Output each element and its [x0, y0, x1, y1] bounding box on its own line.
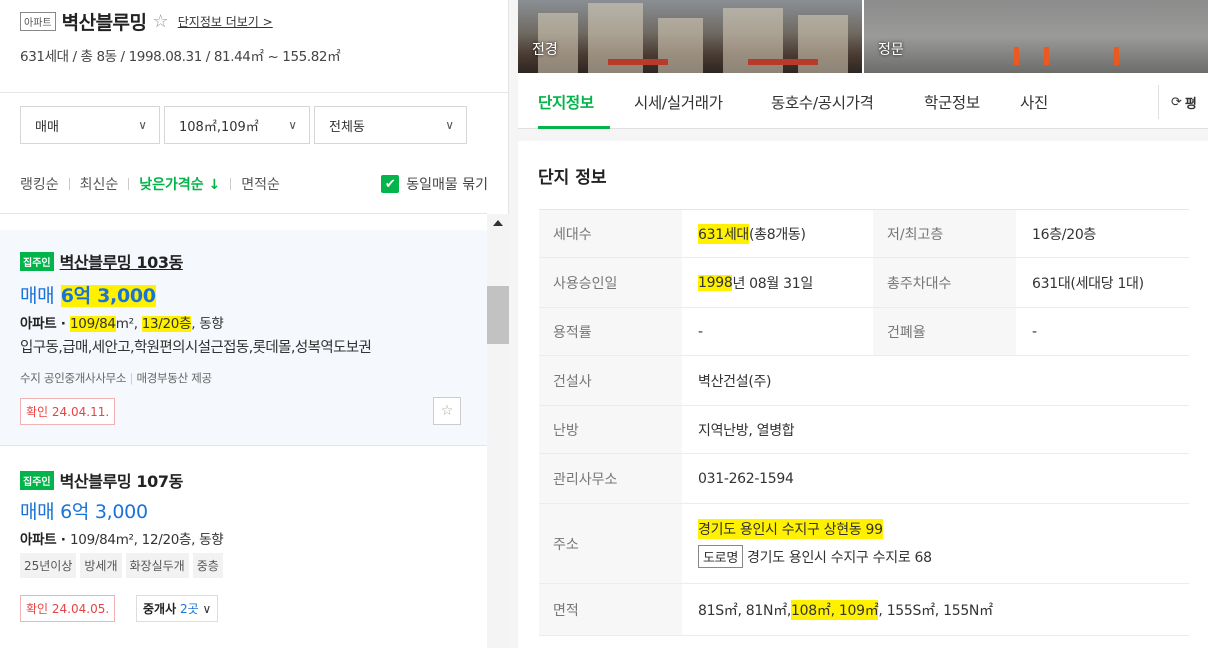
listing-title[interactable]: 벽산블루밍 107동: [60, 468, 184, 492]
complex-info-section: 단지 정보 세대수 631세대 (총8개동) 저/최고층 16층/20층 사용승인…: [518, 141, 1208, 648]
photo-caption: 전경: [532, 42, 558, 58]
photo-strip: 전경 정문: [518, 0, 1208, 73]
property-type-tag: 아파트: [20, 12, 56, 31]
scrollbar[interactable]: [487, 214, 509, 648]
sort-ranking[interactable]: 랭킹순: [20, 174, 59, 194]
complex-header: 아파트 벽산블루밍 ☆ 단지정보 더보기 > 631세대 / 총 8동 / 1998…: [20, 8, 490, 65]
table-row: 난방 지역난방, 열병합: [539, 406, 1189, 454]
complex-detail-panel: 전경 정문 단지정보 시세/실거래가 동호수/공시가격 학군정보 사진 ⟳ 평 단…: [509, 0, 1208, 648]
feature-tag: 방세개: [80, 553, 122, 578]
tab-photos[interactable]: 사진: [1020, 91, 1048, 113]
table-row: 관리사무소 031-262-1594: [539, 454, 1189, 504]
table-row: 주소 경기도 용인시 수지구 상현동 99 도로명 경기도 용인시 수지구 수지로…: [539, 504, 1189, 584]
complex-info-table: 세대수 631세대 (총8개동) 저/최고층 16층/20층 사용승인일 1998…: [539, 209, 1189, 636]
owner-badge: 집주인: [20, 470, 54, 490]
scrollbar-thumb[interactable]: [487, 286, 509, 344]
filter-bar: 매매 ∨ 108㎡,109㎡ ∨ 전체동 ∨: [20, 106, 467, 144]
tab-unit-number[interactable]: 동호수/공시가격: [771, 91, 874, 113]
group-same-checkbox[interactable]: ✔ 동일매물 묶기: [381, 174, 488, 194]
building-value: 전체동: [329, 119, 365, 135]
sort-lowest-price[interactable]: 낮은가격순 ↓: [139, 174, 220, 194]
listing-price: 매매 6억 3,000: [20, 285, 156, 307]
address-text: 경기도 용인시 수지구 상현동 99: [698, 519, 883, 539]
feature-tag: 화장실두개: [125, 553, 189, 578]
refresh-icon: ⟳: [1171, 94, 1182, 110]
listing-card[interactable]: 집주인 벽산블루밍 103동 매매 6억 3,000 아파트 · 109/84m…: [0, 230, 487, 446]
complex-info-more-link[interactable]: 단지정보 더보기 >: [178, 15, 273, 29]
favorite-star-icon[interactable]: ☆: [153, 11, 169, 32]
photo-main-gate[interactable]: 정문: [862, 0, 1208, 73]
tab-school[interactable]: 학군정보: [924, 91, 980, 113]
listing-list: 집주인 벽산블루밍 103동 매매 6억 3,000 아파트 · 109/84m…: [0, 214, 487, 648]
owner-badge: 집주인: [20, 251, 54, 271]
chevron-down-icon: ∨: [138, 118, 147, 132]
refresh-button[interactable]: ⟳ 평: [1158, 85, 1208, 119]
complex-name: 벽산블루밍: [61, 12, 147, 34]
listing-price: 매매 6억 3,000: [20, 501, 148, 523]
detail-tabs: 단지정보 시세/실거래가 동호수/공시가격 학군정보 사진 ⟳ 평: [518, 73, 1208, 129]
sort-latest[interactable]: 최신순: [80, 174, 119, 194]
confirm-date-badge: 확인 24.04.11.: [20, 398, 116, 425]
table-row: 용적률 - 건폐율 -: [539, 308, 1189, 356]
road-address: 경기도 용인시 수지구 수지로 68: [746, 550, 932, 566]
listing-card[interactable]: 집주인 벽산블루밍 107동 매매 6억 3,000 아파트 · 109/84m…: [0, 446, 487, 648]
group-same-label: 동일매물 묶기: [406, 177, 488, 193]
sort-bar: 랭킹순 최신순 낮은가격순 ↓ 면적순 ✔ 동일매물 묶기: [20, 174, 488, 194]
complex-summary: 631세대 / 총 8동 / 1998.08.31 / 81.44㎡ ~ 155…: [20, 49, 341, 65]
trade-type-select[interactable]: 매매 ∨: [20, 106, 160, 144]
photo-exterior[interactable]: 전경: [518, 0, 862, 73]
listing-agency: 수지 공인중개사사무소 | 매경부동산 제공: [20, 371, 212, 385]
scroll-up-icon[interactable]: [493, 220, 503, 226]
photo-caption: 정문: [878, 42, 904, 58]
trade-type-value: 매매: [35, 119, 59, 135]
area-value: 108㎡,109㎡: [179, 119, 259, 135]
listing-panel: 아파트 벽산블루밍 ☆ 단지정보 더보기 > 631세대 / 총 8동 / 1998…: [0, 0, 509, 648]
tab-price[interactable]: 시세/실거래가: [634, 91, 723, 113]
listing-description: 입구동,급매,세안고,학원편의시설근접동,롯데몰,성복역도보권: [20, 340, 372, 356]
area-select[interactable]: 108㎡,109㎡ ∨: [164, 106, 310, 144]
favorite-star-icon[interactable]: ☆: [433, 397, 461, 425]
chevron-down-icon: ∨: [445, 118, 454, 132]
confirm-date-badge: 확인 24.04.05.: [20, 595, 116, 622]
sort-area[interactable]: 면적순: [241, 174, 280, 194]
checkmark-icon: ✔: [381, 175, 400, 193]
tab-complex-info[interactable]: 단지정보: [538, 91, 594, 113]
chevron-down-icon: ∨: [288, 118, 297, 132]
agents-dropdown[interactable]: 중개사 2곳 ∨: [136, 595, 219, 622]
divider: [0, 92, 509, 93]
chevron-down-icon: ∨: [202, 602, 212, 616]
table-row: 건설사 벽산건설(주): [539, 356, 1189, 406]
feature-tag: 25년이상: [20, 553, 77, 578]
table-row: 사용승인일 1998 년 08월 31일 총주차대수 631대(세대당 1대): [539, 258, 1189, 308]
listing-title[interactable]: 벽산블루밍 103동: [60, 249, 184, 273]
feature-tag: 중층: [192, 553, 223, 578]
table-row: 면적 81S㎡, 81N㎡, 108㎡, 109㎡, 155S㎡, 155N㎡: [539, 584, 1189, 636]
listing-spec: 아파트 · 109/84m², 13/20층, 동향: [20, 316, 224, 332]
building-select[interactable]: 전체동 ∨: [314, 106, 467, 144]
listing-spec: 아파트 · 109/84m², 12/20층, 동향: [20, 532, 224, 548]
active-tab-indicator: [538, 126, 610, 129]
section-title: 단지 정보: [538, 168, 607, 188]
road-name-tag: 도로명: [698, 545, 743, 568]
listing-tags: 25년이상 방세개 화장실두개 중층: [20, 553, 223, 578]
table-row: 세대수 631세대 (총8개동) 저/최고층 16층/20층: [539, 210, 1189, 258]
